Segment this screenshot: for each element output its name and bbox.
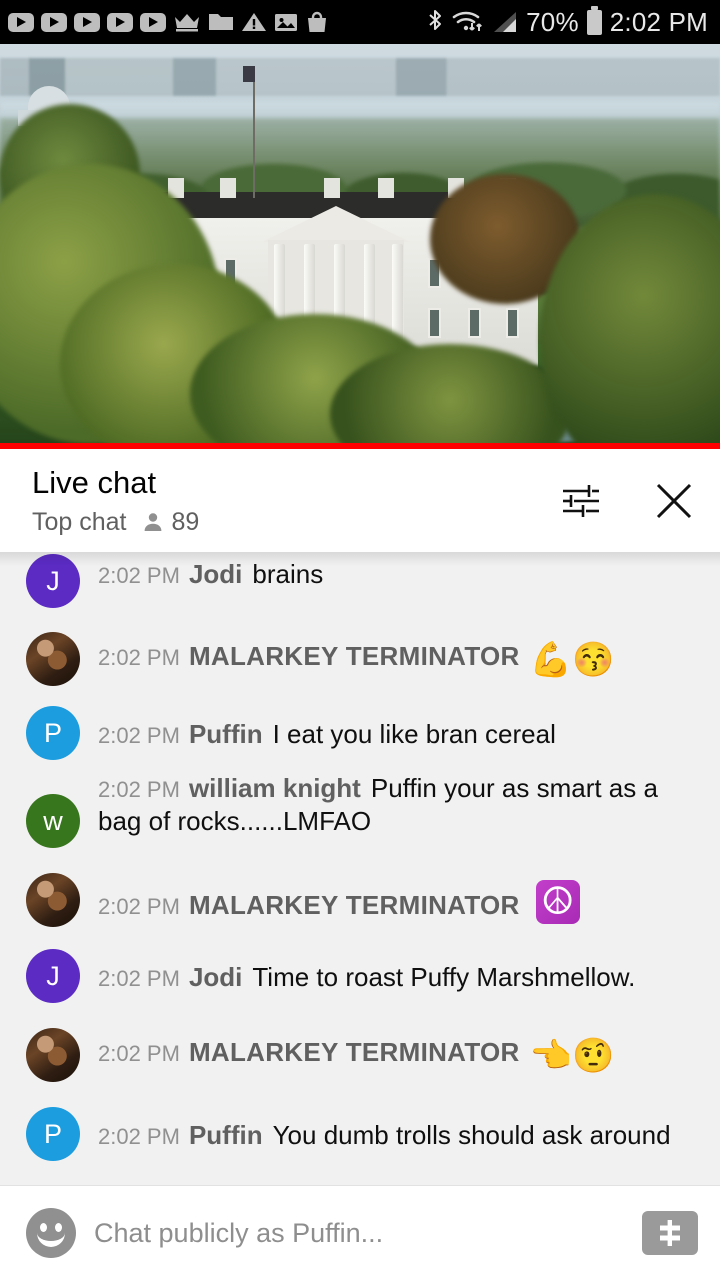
live-chat-header-text: Live chat Top chat 89 [32,465,199,537]
crown-icon [175,14,199,32]
page-title: Live chat [32,464,157,500]
person-icon [144,513,161,531]
message-author[interactable]: MALARKEY TERMINATOR [189,890,520,920]
phone-screen: 70% 2:02 PM Live chat Top chat 89 J 2:02… [0,0,720,1280]
cell-signal-icon [494,12,517,32]
status-bar-system-icons: 70% 2:02 PM [426,5,708,38]
message-text: Time to roast Puffy Marshmellow. [252,962,636,993]
video-player[interactable] [0,44,720,449]
warning-icon [242,13,266,31]
super-chat-button[interactable] [642,1211,698,1255]
message-text: Puffin your as smart as a bag of rocks..… [98,773,658,837]
chat-message-body: 2:02 PM Puffin You dumb trolls should ask … [98,1113,671,1152]
youtube-icon [74,12,100,32]
message-timestamp: 2:02 PM [98,777,180,802]
youtube-icon [41,12,67,32]
chat-message-body: 2:02 PM Jodi brains [98,552,323,591]
chat-message-body: 2:02 PM Puffin I eat you like bran cereal [98,712,556,751]
message-timestamp: 2:02 PM [98,723,180,749]
avatar[interactable] [26,632,80,686]
avatar[interactable]: J [26,949,80,1003]
battery-icon [586,5,602,35]
chat-message-row[interactable]: 2:02 PM MALARKEY TERMINATOR 💪😚 [0,616,720,700]
viewer-count: 89 [141,507,200,537]
video-frame-skyline [0,58,720,96]
message-timestamp: 2:02 PM [98,1041,180,1067]
message-author[interactable]: MALARKEY TERMINATOR [189,1037,520,1067]
super-chat-dollar-icon [660,1220,680,1246]
chat-message-row[interactable]: P 2:02 PM Puffin You dumb trolls should as… [0,1096,720,1170]
chat-mode-label[interactable]: Top chat [32,508,127,537]
live-chat-header: Live chat Top chat 89 [0,449,720,552]
wifi-icon [452,11,483,31]
status-bar-notification-icons [8,10,329,34]
message-emoji: 💪😚 [529,641,615,680]
message-author[interactable]: Puffin [189,1120,263,1150]
chat-message-row[interactable]: 2:02 PM MALARKEY TERMINATOR [0,860,720,938]
youtube-icon [140,12,166,32]
chat-settings-button[interactable] [556,477,604,525]
avatar[interactable] [26,1028,80,1082]
chat-message-body: 2:02 PM MALARKEY TERMINATOR 💪😚 [98,633,614,683]
message-author[interactable]: Jodi [189,559,242,589]
message-text: I eat you like bran cereal [272,719,556,750]
shopping-bag-icon [308,11,326,32]
message-timestamp: 2:02 PM [98,966,180,992]
youtube-icon [107,12,133,32]
bluetooth-icon [429,10,442,30]
chat-message-row[interactable]: w 2:02 PM william knight Puffin your as sm… [0,764,720,860]
chat-message-row[interactable]: J 2:02 PM Jodi brains [0,552,720,616]
status-bar: 70% 2:02 PM [0,0,720,44]
peace-sign-sticker [535,880,580,924]
avatar[interactable]: P [26,1107,80,1161]
message-text: You dumb trolls should ask around [272,1120,671,1151]
tune-settings-icon [563,484,599,517]
chat-input[interactable]: Chat publicly as Puffin... [94,1218,624,1249]
image-icon [275,14,297,31]
avatar[interactable] [26,873,80,927]
avatar[interactable]: P [26,706,80,760]
battery-percent-label: 70% [526,6,579,37]
chat-header-actions [556,477,698,525]
chat-message-row[interactable]: 2:02 PM MALARKEY TERMINATOR 👈🤨 [0,1012,720,1096]
chat-subheader: Top chat 89 [32,508,199,537]
close-chat-button[interactable] [650,477,698,525]
live-chat-message-list[interactable]: J 2:02 PM Jodi brains 2:02 PM MALARKEY TERM… [0,552,720,1185]
message-author[interactable]: MALARKEY TERMINATOR [189,641,520,671]
chat-message-body: 2:02 PM MALARKEY TERMINATOR 👈🤨 [98,1029,614,1079]
viewer-count-label: 89 [171,507,200,536]
message-author[interactable]: william knight [189,773,361,803]
message-author[interactable]: Puffin [189,719,263,749]
avatar[interactable]: J [26,554,80,608]
us-flag [243,66,255,82]
chat-message-row[interactable]: J 2:02 PM Jodi Time to roast Puffy Marshme… [0,938,720,1012]
message-timestamp: 2:02 PM [98,1124,180,1150]
message-timestamp: 2:02 PM [98,563,180,588]
avatar[interactable]: w [26,794,80,848]
emoji-smiley-icon[interactable] [26,1208,76,1258]
message-emoji: 👈🤨 [529,1037,615,1076]
close-x-icon [656,483,692,518]
chat-message-body: 2:02 PM Jodi Time to roast Puffy Marshmell… [98,955,635,994]
message-timestamp: 2:02 PM [98,645,180,671]
chat-input-bar: Chat publicly as Puffin... [0,1185,720,1280]
chat-message-body: 2:02 PM william knight Puffin your as smar… [98,764,672,839]
flag-pole [253,68,255,198]
clock-label: 2:02 PM [609,6,708,37]
message-text: brains [252,559,324,589]
chat-message-body: 2:02 PM MALARKEY TERMINATOR [98,874,580,924]
folder-icon [209,14,233,30]
youtube-icon [8,12,34,32]
message-timestamp: 2:02 PM [98,894,180,919]
message-author[interactable]: Jodi [189,962,242,992]
chat-message-row[interactable]: P 2:02 PM Puffin I eat you like bran cerea… [0,700,720,764]
